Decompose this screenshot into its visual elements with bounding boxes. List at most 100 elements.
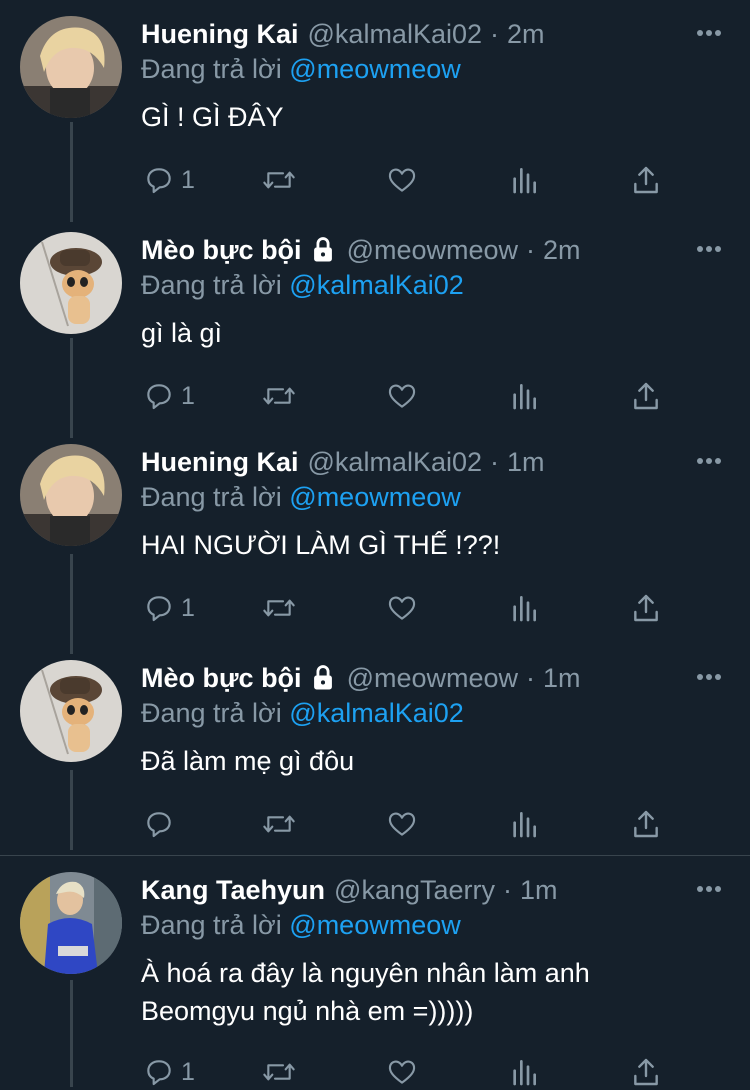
timestamp[interactable]: 2m <box>507 19 545 50</box>
timestamp[interactable]: 1m <box>543 663 581 694</box>
avatar[interactable] <box>20 660 122 762</box>
display-name[interactable]: Huening Kai <box>141 447 299 478</box>
blonde-boy-avatar <box>20 16 122 118</box>
retweet-button[interactable] <box>261 162 297 198</box>
replying-to: Đang trả lời @meowmeow <box>141 482 461 513</box>
reply-count: 1 <box>181 1057 195 1086</box>
timestamp[interactable]: 1m <box>507 447 545 478</box>
analytics-icon <box>513 812 537 838</box>
reply-button[interactable]: 1 <box>143 162 195 198</box>
avatar[interactable] <box>20 16 122 118</box>
more-icon[interactable] <box>696 20 722 46</box>
mention-link[interactable]: @kalmalKai02 <box>289 698 464 728</box>
analytics-button[interactable] <box>510 806 538 842</box>
avatar[interactable] <box>20 872 122 974</box>
like-icon <box>388 812 416 836</box>
mention-link[interactable]: @meowmeow <box>289 910 460 940</box>
retweet-button[interactable] <box>261 1054 297 1090</box>
share-icon <box>634 594 658 622</box>
user-handle[interactable]: @meowmeow <box>347 663 518 694</box>
analytics-button[interactable] <box>510 1054 538 1090</box>
replying-prefix: Đang trả lời <box>141 54 282 84</box>
tweet-actions: 1 <box>0 378 750 414</box>
user-handle[interactable]: @meowmeow <box>347 235 518 266</box>
replying-to: Đang trả lời @kalmalKai02 <box>141 698 464 729</box>
replying-prefix: Đang trả lời <box>141 482 282 512</box>
retweet-icon <box>263 599 295 617</box>
divider <box>0 855 750 856</box>
cat-in-hat-avatar <box>20 232 122 334</box>
tweet-actions: 1 <box>0 590 750 626</box>
display-name[interactable]: Huening Kai <box>141 19 299 50</box>
like-button[interactable] <box>385 378 419 414</box>
reply-button[interactable]: 1 <box>143 1054 195 1090</box>
share-button[interactable] <box>631 1054 661 1090</box>
retweet-button[interactable] <box>261 806 297 842</box>
share-icon <box>634 1058 658 1086</box>
blonde-boy-avatar <box>20 444 122 546</box>
replying-prefix: Đang trả lời <box>141 270 282 300</box>
timestamp[interactable]: 1m <box>520 875 558 906</box>
analytics-button[interactable] <box>510 378 538 414</box>
timestamp[interactable]: 2m <box>543 235 581 266</box>
tweet-actions: 1 <box>0 162 750 198</box>
share-button[interactable] <box>631 378 661 414</box>
analytics-button[interactable] <box>510 162 538 198</box>
user-handle[interactable]: @kalmalKai02 <box>308 19 483 50</box>
share-button[interactable] <box>631 590 661 626</box>
retweet-button[interactable] <box>261 378 297 414</box>
share-button[interactable] <box>631 806 661 842</box>
tweet-text: HAI NGƯỜI LÀM GÌ THẾ !??! <box>141 530 501 560</box>
reply-icon <box>147 384 171 410</box>
retweet-button[interactable] <box>261 590 297 626</box>
analytics-icon <box>513 168 537 194</box>
like-button[interactable] <box>385 162 419 198</box>
tweet-actions: 1 <box>0 1054 750 1090</box>
like-icon <box>388 596 416 620</box>
replying-to: Đang trả lời @meowmeow <box>141 910 461 941</box>
separator: · <box>526 662 536 693</box>
separator: · <box>503 874 513 905</box>
share-button[interactable] <box>631 162 661 198</box>
tweet-text: gì là gì <box>141 318 223 348</box>
like-icon <box>388 384 416 408</box>
reply-button[interactable] <box>143 806 181 842</box>
analytics-icon <box>513 596 537 622</box>
reply-count: 1 <box>181 165 195 194</box>
more-icon[interactable] <box>696 448 722 474</box>
avatar[interactable] <box>20 232 122 334</box>
analytics-button[interactable] <box>510 590 538 626</box>
user-handle[interactable]: @kangTaerry <box>334 875 495 906</box>
retweet-icon <box>263 171 295 189</box>
replying-prefix: Đang trả lời <box>141 698 282 728</box>
display-name[interactable]: Mèo bực bội <box>141 235 302 266</box>
reply-icon <box>147 596 171 622</box>
mention-link[interactable]: @kalmalKai02 <box>289 270 464 300</box>
like-button[interactable] <box>385 590 419 626</box>
tweet-actions <box>0 806 750 842</box>
retweet-icon <box>263 387 295 405</box>
like-button[interactable] <box>385 806 419 842</box>
more-icon[interactable] <box>696 876 722 902</box>
display-name[interactable]: Mèo bực bội <box>141 663 302 694</box>
analytics-icon <box>513 1060 537 1086</box>
blue-sweater-boy-avatar <box>20 872 122 974</box>
like-button[interactable] <box>385 1054 419 1090</box>
reply-icon <box>147 168 171 194</box>
analytics-icon <box>513 384 537 410</box>
share-icon <box>634 166 658 194</box>
mention-link[interactable]: @meowmeow <box>289 482 460 512</box>
more-icon[interactable] <box>696 664 722 690</box>
reply-count: 1 <box>181 593 195 622</box>
mention-link[interactable]: @meowmeow <box>289 54 460 84</box>
tweet-text: GÌ ! GÌ ĐÂY <box>141 102 284 132</box>
replying-prefix: Đang trả lời <box>141 910 282 940</box>
tweet-text: Đã làm mẹ gì đôu <box>141 746 355 776</box>
like-icon <box>388 168 416 192</box>
reply-button[interactable]: 1 <box>143 590 195 626</box>
more-icon[interactable] <box>696 236 722 262</box>
reply-button[interactable]: 1 <box>143 378 195 414</box>
avatar[interactable] <box>20 444 122 546</box>
display-name[interactable]: Kang Taehyun <box>141 875 325 906</box>
user-handle[interactable]: @kalmalKai02 <box>308 447 483 478</box>
